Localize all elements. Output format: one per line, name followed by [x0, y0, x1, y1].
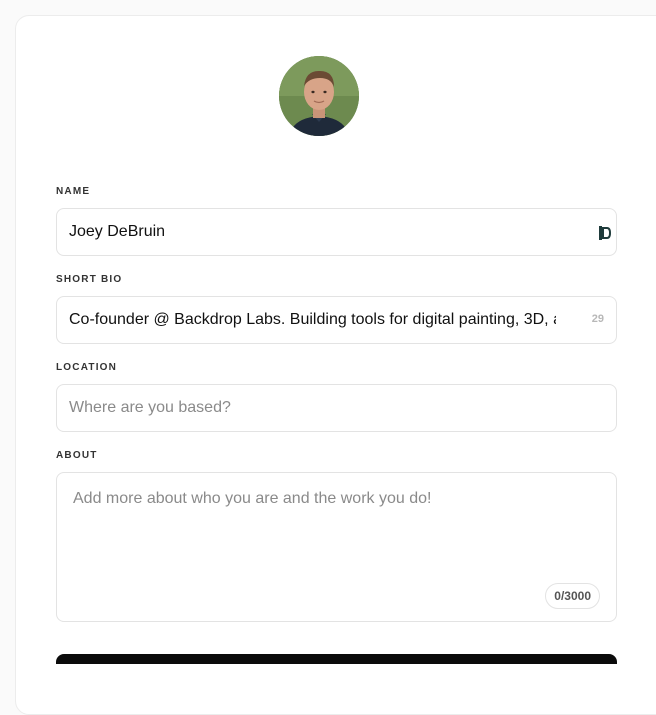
- short-bio-field-wrap: 29: [56, 296, 617, 344]
- name-input[interactable]: [57, 209, 616, 255]
- about-counter: 0/3000: [545, 583, 600, 609]
- short-bio-input[interactable]: [57, 297, 616, 343]
- password-manager-icon[interactable]: [598, 225, 612, 241]
- short-bio-label: SHORT BIO: [56, 274, 123, 285]
- about-label: ABOUT: [56, 450, 98, 461]
- short-bio-counter: 29: [591, 313, 604, 325]
- location-input[interactable]: [57, 385, 616, 431]
- avatar-photo-icon: [279, 56, 359, 136]
- location-label: LOCATION: [56, 362, 118, 373]
- about-field-wrap: 0/3000: [56, 472, 617, 622]
- about-textarea[interactable]: [57, 473, 616, 621]
- save-button[interactable]: [56, 654, 617, 664]
- name-label: NAME: [56, 186, 91, 197]
- name-field-wrap: [56, 208, 617, 256]
- location-field-wrap: [56, 384, 617, 432]
- avatar[interactable]: [279, 56, 359, 136]
